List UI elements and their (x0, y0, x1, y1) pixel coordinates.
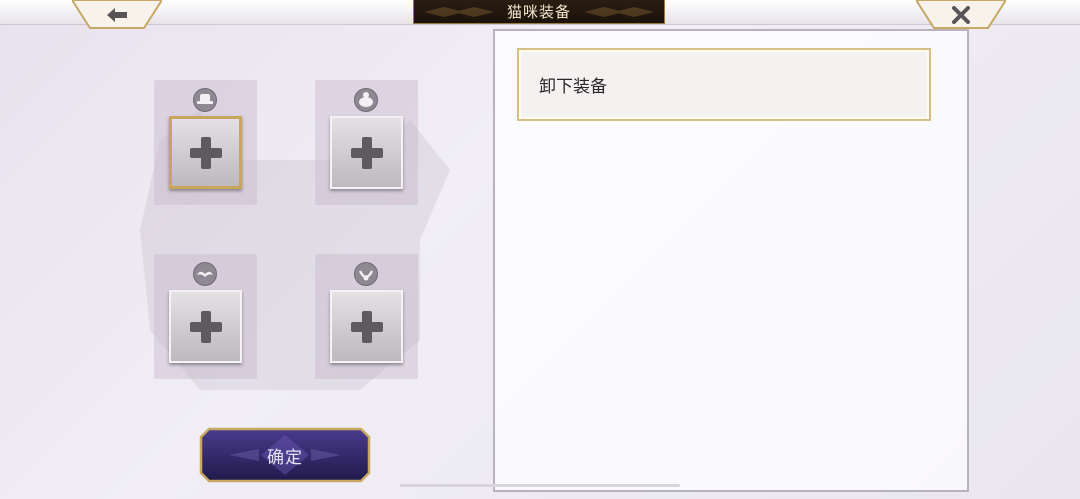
title-ornament-left (424, 7, 494, 17)
close-icon (952, 6, 970, 24)
equip-slot-hat-add-button[interactable] (169, 116, 242, 189)
bottom-scroll-indicator (400, 484, 680, 487)
page-title: 猫咪装备 (506, 3, 571, 21)
confirm-button-label: 确定 (267, 447, 303, 468)
back-arrow-icon (107, 8, 127, 22)
mustache-icon (193, 262, 217, 286)
plus-icon (350, 136, 383, 169)
equip-slot-hat (154, 80, 257, 205)
unequip-option[interactable]: 卸下装备 (517, 48, 931, 121)
plus-icon (189, 136, 222, 169)
necklace-icon (354, 262, 378, 286)
face-icon (354, 88, 378, 112)
page-title-plate: 猫咪装备 (413, 0, 665, 24)
equip-slot-necklace (315, 254, 418, 379)
equip-slot-necklace-add-button[interactable] (330, 290, 403, 363)
equipment-list-panel: 卸下装备 (493, 29, 969, 492)
unequip-option-label: 卸下装备 (539, 77, 607, 97)
equip-slot-face (315, 80, 418, 205)
plus-icon (189, 310, 222, 343)
equip-slot-mustache (154, 254, 257, 379)
equip-slot-mustache-add-button[interactable] (169, 290, 242, 363)
title-ornament-right (584, 7, 654, 17)
equip-slot-face-add-button[interactable] (330, 116, 403, 189)
plus-icon (350, 310, 383, 343)
confirm-button[interactable]: 确定 (199, 427, 371, 483)
hat-icon (193, 88, 217, 112)
close-button[interactable] (916, 0, 1006, 30)
back-button[interactable] (72, 0, 162, 30)
